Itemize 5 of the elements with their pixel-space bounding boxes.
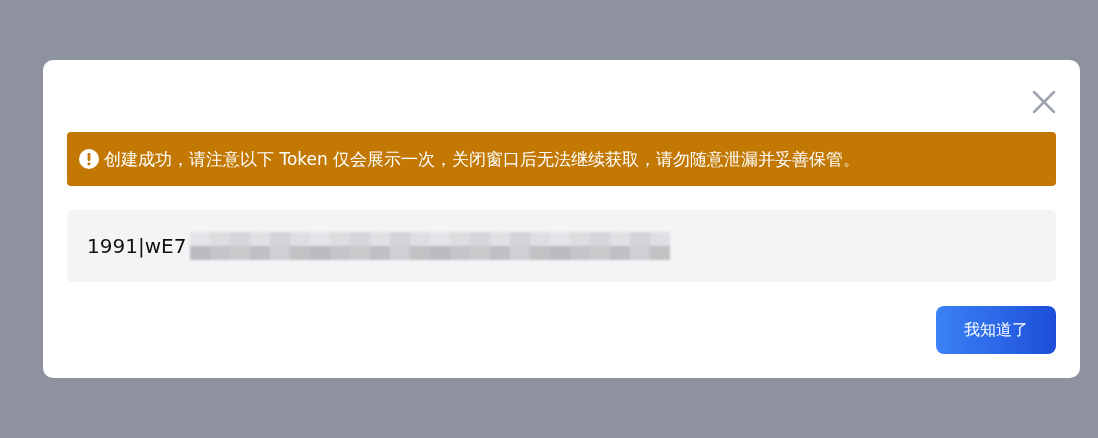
close-icon [1032,90,1056,114]
exclamation-icon [79,149,99,169]
warning-message: 创建成功，请注意以下 Token 仅会展示一次，关闭窗口后无法继续获取，请勿随意泄漏并妥善保管。 [104,147,861,171]
confirm-button[interactable]: 我知道了 [936,306,1056,354]
token-text: 1991|wE7 [87,234,187,258]
